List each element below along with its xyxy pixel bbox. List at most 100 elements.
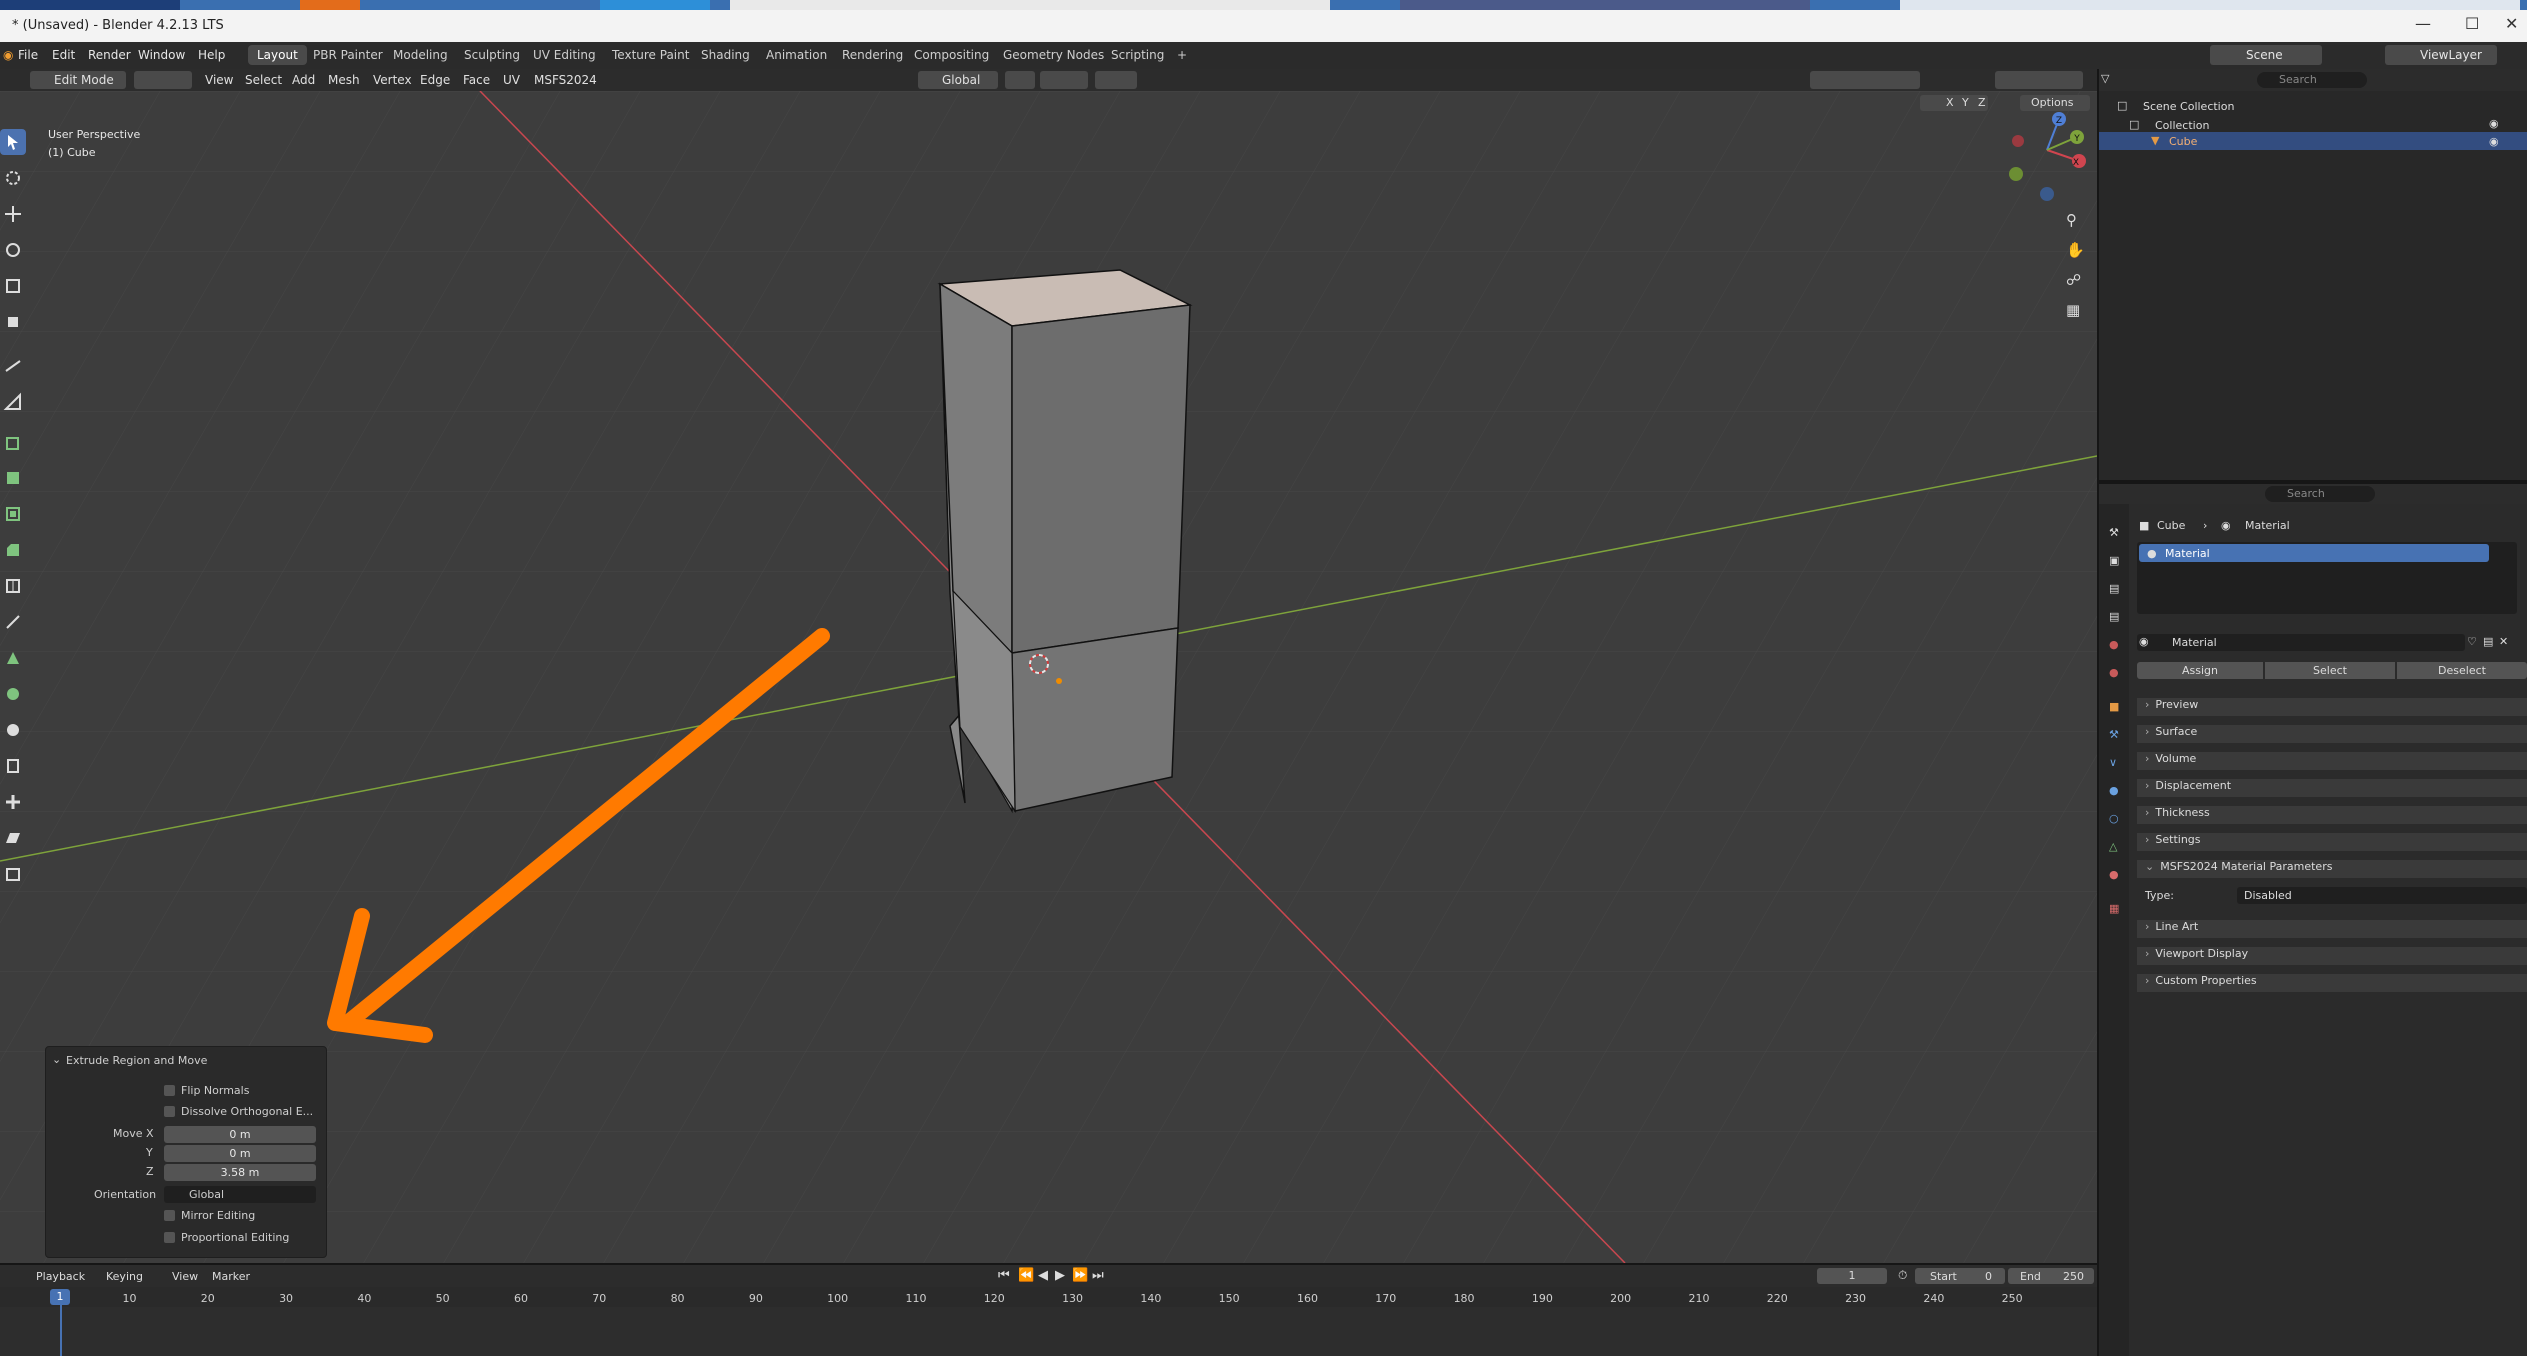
blender-logo-icon[interactable]: ◉ <box>3 48 13 62</box>
fake-user-icon[interactable]: ♡ <box>2467 635 2477 648</box>
viewport-menu-uv[interactable]: UV <box>503 73 520 87</box>
section-surface[interactable]: › Surface <box>2137 725 2527 743</box>
tab-modeling[interactable]: Modeling <box>384 45 457 65</box>
viewport-menu-face[interactable]: Face <box>463 73 490 87</box>
jump-keyframe-forward-icon[interactable]: ⏩ <box>1072 1268 1088 1283</box>
collection-label[interactable]: Collection <box>2155 119 2209 132</box>
timeline-menu-marker[interactable]: Marker <box>212 1270 250 1283</box>
section-viewport-display[interactable]: › Viewport Display <box>2137 947 2527 965</box>
viewport-menu-view[interactable]: View <box>205 73 233 87</box>
transform-tool[interactable] <box>0 309 26 335</box>
render-tab-icon[interactable]: ▣ <box>2109 554 2119 567</box>
viewport-menu-select[interactable]: Select <box>245 73 282 87</box>
timeline-menu-playback[interactable]: Playback <box>36 1270 85 1283</box>
jump-keyframe-back-icon[interactable]: ⏪ <box>1018 1268 1034 1283</box>
cursor-tool[interactable] <box>0 165 26 191</box>
orientation-dropdown[interactable] <box>164 1186 316 1203</box>
pan-hand-icon[interactable]: ✋ <box>2066 241 2085 259</box>
viewport-menu-mesh[interactable]: Mesh <box>328 73 360 87</box>
menu-help[interactable]: Help <box>198 48 225 62</box>
eye-icon[interactable]: ◉ <box>2489 135 2499 148</box>
play-icon[interactable]: ▶ <box>1055 1268 1065 1283</box>
timeline-menu-keying[interactable]: Keying <box>106 1270 143 1283</box>
rip-region-tool[interactable] <box>0 861 26 887</box>
proportional-editing-toggle[interactable] <box>1095 71 1137 89</box>
menu-window[interactable]: Window <box>138 48 185 62</box>
deselect-button[interactable]: Deselect <box>2397 662 2527 679</box>
bevel-tool[interactable] <box>0 537 26 563</box>
viewport-menu-msfs2024[interactable]: MSFS2024 <box>534 73 597 87</box>
select-mode-toggle[interactable] <box>134 71 192 89</box>
shading-mode-buttons[interactable] <box>1995 71 2083 89</box>
move-x-field[interactable]: 0 m <box>164 1126 316 1143</box>
move-z-field[interactable]: 3.58 m <box>164 1164 316 1181</box>
section-settings[interactable]: › Settings <box>2137 833 2527 851</box>
tab-texture-paint[interactable]: Texture Paint <box>603 45 698 65</box>
tab-sculpting[interactable]: Sculpting <box>455 45 529 65</box>
axis-y-toggle[interactable]: Y <box>1962 96 1969 109</box>
outliner-row-cube[interactable] <box>2099 132 2527 150</box>
section-line-art[interactable]: › Line Art <box>2137 920 2527 938</box>
proportional-editing-checkbox[interactable] <box>164 1232 175 1243</box>
tab-animation[interactable]: Animation <box>757 45 836 65</box>
inset-faces-tool[interactable] <box>0 501 26 527</box>
menu-file[interactable]: File <box>18 48 38 62</box>
current-frame-field[interactable]: 1 <box>1817 1268 1887 1284</box>
rotate-tool[interactable] <box>0 237 26 263</box>
material-browse-icon[interactable]: ◉ <box>2139 635 2149 648</box>
edge-slide-tool[interactable] <box>0 753 26 779</box>
stopwatch-icon[interactable]: ⏱ <box>1898 1268 1907 1283</box>
tab-rendering[interactable]: Rendering <box>833 45 912 65</box>
add-workspace-button[interactable]: + <box>1168 45 1196 65</box>
move-y-field[interactable]: 0 m <box>164 1145 316 1162</box>
filter-icon[interactable]: ▽ <box>2101 72 2109 85</box>
viewport-menu-vertex[interactable]: Vertex <box>373 73 412 87</box>
measure-tool[interactable] <box>0 389 26 415</box>
spin-tool[interactable] <box>0 681 26 707</box>
snap-toggle[interactable] <box>1040 71 1088 89</box>
view-layer-tab-icon[interactable]: ▤ <box>2109 610 2119 623</box>
tab-compositing[interactable]: Compositing <box>905 45 998 65</box>
scene-tab-icon[interactable]: ● <box>2109 638 2119 651</box>
viewport-menu-add[interactable]: Add <box>292 73 315 87</box>
move-tool[interactable] <box>0 201 26 227</box>
section-thickness[interactable]: › Thickness <box>2137 806 2527 824</box>
smooth-tool[interactable] <box>0 717 26 743</box>
scale-tool[interactable] <box>0 273 26 299</box>
playhead-marker[interactable]: 1 <box>50 1289 70 1305</box>
eye-icon[interactable]: ◉ <box>2489 117 2499 130</box>
close-icon[interactable]: ✕ <box>2505 14 2518 33</box>
particles-tab-icon[interactable]: ∨ <box>2109 756 2117 769</box>
jump-start-icon[interactable]: ⏮ <box>998 1268 1010 1283</box>
annotate-tool[interactable] <box>0 353 26 379</box>
tab-uv-editing[interactable]: UV Editing <box>524 45 605 65</box>
minimize-icon[interactable]: — <box>2415 14 2431 33</box>
output-tab-icon[interactable]: ▤ <box>2109 582 2119 595</box>
jump-end-icon[interactable]: ⏭ <box>1092 1268 1104 1283</box>
section-displacement[interactable]: › Displacement <box>2137 779 2527 797</box>
loop-cut-tool[interactable] <box>0 573 26 599</box>
flip-normals-checkbox[interactable] <box>164 1085 175 1096</box>
tab-shading[interactable]: Shading <box>692 45 759 65</box>
overlay-toggles[interactable] <box>1810 71 1920 89</box>
modifier-tab-icon[interactable]: ⚒ <box>2109 728 2119 741</box>
world-tab-icon[interactable]: ● <box>2109 666 2119 679</box>
select-box-tool[interactable] <box>0 129 26 155</box>
tool-tab-icon[interactable]: ⚒ <box>2109 526 2119 539</box>
knife-tool[interactable] <box>0 609 26 635</box>
select-button[interactable]: Select <box>2265 662 2395 679</box>
chevron-down-icon[interactable]: ⌄ <box>52 1053 61 1066</box>
menu-render[interactable]: Render <box>88 48 131 62</box>
play-reverse-icon[interactable]: ◀ <box>1038 1268 1048 1283</box>
maximize-icon[interactable]: ☐ <box>2465 14 2479 33</box>
axis-x-toggle[interactable]: X <box>1946 96 1954 109</box>
assign-button[interactable]: Assign <box>2137 662 2263 679</box>
add-cube-tool[interactable] <box>0 429 26 455</box>
tab-geometry-nodes[interactable]: Geometry Nodes <box>994 45 1113 65</box>
cube-upper-front[interactable] <box>1011 304 1191 654</box>
constraints-tab-icon[interactable]: ○ <box>2109 812 2119 825</box>
dissolve-checkbox[interactable] <box>164 1106 175 1117</box>
scene-collection-label[interactable]: Scene Collection <box>2143 100 2234 113</box>
unlink-material-icon[interactable]: ✕ <box>2499 635 2508 648</box>
camera-view-icon[interactable]: ☍ <box>2066 271 2081 289</box>
